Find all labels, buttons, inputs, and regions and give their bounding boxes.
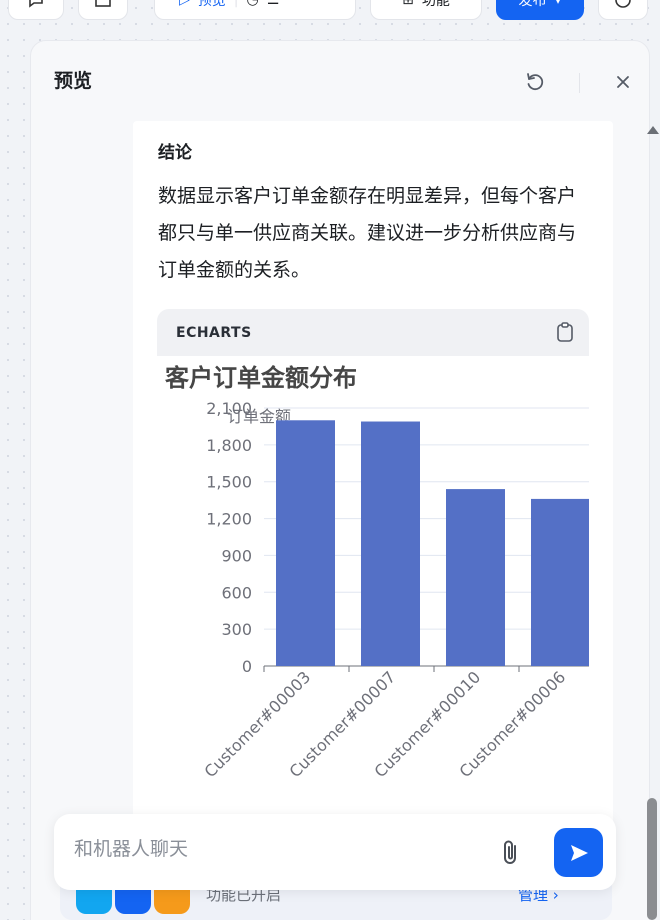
y-tick-label: 1,500	[206, 473, 252, 492]
calendar-button[interactable]	[78, 0, 128, 20]
grid-icon: ⊞	[402, 0, 414, 8]
close-icon	[617, 76, 629, 88]
preview-toolbar-group[interactable]: ▷ 预览 | ◔ ☰	[154, 0, 356, 20]
scroll-up-arrow-icon[interactable]	[647, 126, 659, 134]
conclusion-text: 数据显示客户订单金额存在明显差异，但每个客户都只与单一供应商关联。建议进一步分析…	[158, 185, 577, 281]
close-button[interactable]	[610, 69, 636, 95]
refresh-button[interactable]	[522, 69, 548, 95]
preview-panel: 预览 结论 数据显示客户订单金额存在明显差异，但每个客户都只与单一供应商关联。建…	[30, 40, 650, 920]
y-tick-label: 1,800	[206, 436, 252, 455]
scroll-thumb[interactable]	[647, 798, 657, 920]
features-label: 功能	[421, 0, 450, 9]
y-tick-label: 900	[221, 546, 252, 565]
calendar-icon	[95, 0, 111, 7]
echarts-code-block: ECHARTS 客户订单金额分布 订单金额 0 300 600 900 1,200 1,500…	[157, 309, 589, 881]
code-language-label: ECHARTS	[176, 324, 252, 341]
bar-customer00007	[361, 421, 420, 666]
code-block-header: ECHARTS	[157, 309, 589, 356]
message-content: 结论 数据显示客户订单金额存在明显差异，但每个客户都只与单一供应商关联。建议进一…	[133, 121, 613, 881]
chat-input[interactable]	[74, 838, 474, 860]
history-button[interactable]	[598, 0, 648, 20]
header-divider	[579, 73, 580, 93]
comment-button[interactable]	[8, 0, 64, 20]
y-tick-label: 0	[242, 657, 252, 676]
play-icon: ▷	[179, 0, 190, 8]
toolbar-divider: |	[233, 0, 239, 8]
publish-button[interactable]: 发布 ▾	[496, 0, 584, 20]
preview-button-label[interactable]: 预览	[198, 0, 226, 10]
publish-label: 发布	[518, 0, 547, 9]
top-toolbar: ▷ 预览 | ◔ ☰ ⊞ 功能 发布 ▾	[0, 0, 660, 22]
features-button[interactable]: ⊞ 功能	[370, 0, 482, 20]
send-button[interactable]	[554, 828, 603, 877]
y-tick-label: 300	[221, 620, 252, 639]
list-check-icon[interactable]: ☰	[267, 0, 280, 8]
debug-icon[interactable]: ◔	[247, 0, 259, 8]
panel-title: 预览	[54, 70, 93, 92]
copy-icon[interactable]	[555, 321, 575, 343]
bar-customer00003	[276, 420, 335, 666]
chevron-down-icon: ▾	[554, 0, 562, 8]
comment-icon	[29, 0, 43, 8]
y-tick-label: 600	[221, 583, 252, 602]
bar-customer00006	[531, 498, 589, 666]
scrollbar[interactable]	[643, 120, 660, 920]
paperclip-icon[interactable]	[498, 838, 524, 868]
y-tick-label: 1,200	[206, 510, 252, 529]
send-icon	[570, 844, 588, 861]
conclusion-heading: 结论	[158, 143, 192, 163]
bar-customer00010	[446, 489, 505, 666]
refresh-icon	[527, 73, 544, 91]
clock-icon	[615, 0, 631, 8]
chat-input-bar	[54, 814, 616, 890]
chart-title: 客户订单金额分布	[165, 364, 357, 392]
y-tick-label: 2,100	[206, 399, 252, 418]
bar-chart: 客户订单金额分布订单金额03006009001,2001,5001,8002,1…	[165, 364, 589, 781]
